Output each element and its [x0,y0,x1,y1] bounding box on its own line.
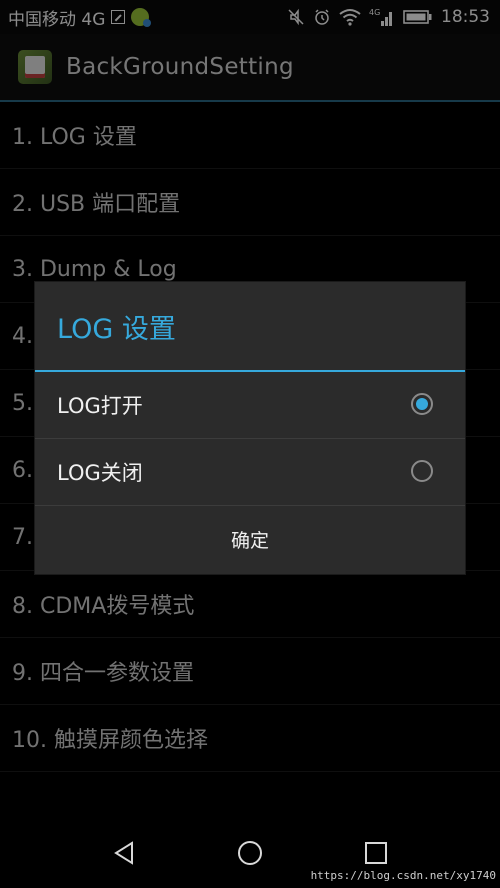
home-icon[interactable] [230,833,270,873]
back-icon[interactable] [104,833,144,873]
watermark-url: https://blog.csdn.net/xy1740 [310,869,496,882]
screen: 中国移动 4G 4G 18:53 BackGroundSetting 1. LO… [0,0,500,888]
option-log-on[interactable]: LOG打开 [35,372,465,439]
recents-icon[interactable] [356,833,396,873]
option-log-off[interactable]: LOG关闭 [35,439,465,506]
option-label: LOG打开 [57,394,143,418]
option-label: LOG关闭 [57,461,143,485]
dialog-title: LOG 设置 [35,282,465,372]
log-settings-dialog: LOG 设置 LOG打开 LOG关闭 确定 [35,282,465,574]
radio-checked-icon[interactable] [411,393,433,415]
radio-unchecked-icon[interactable] [411,460,433,482]
confirm-button[interactable]: 确定 [35,506,465,572]
